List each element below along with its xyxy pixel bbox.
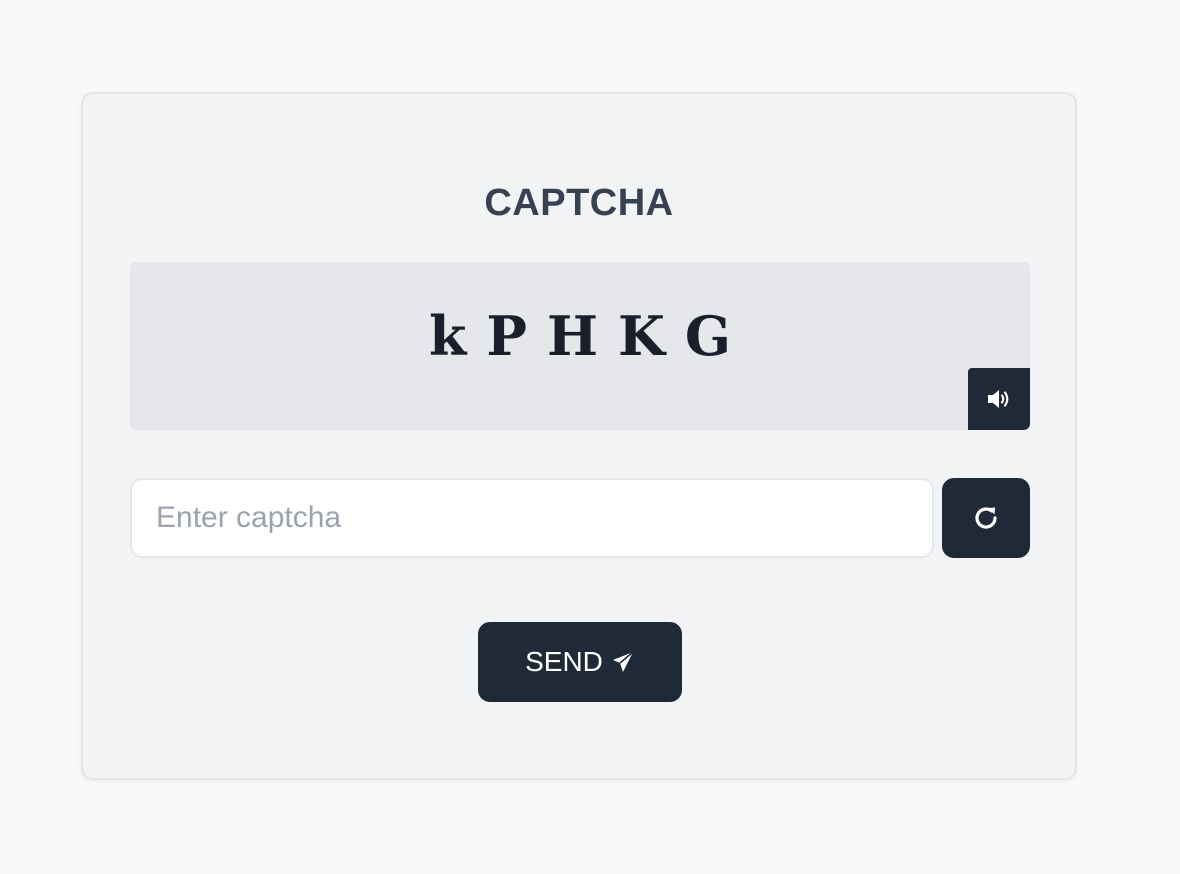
send-button-label: SEND xyxy=(525,646,603,677)
refresh-icon xyxy=(971,503,1001,533)
captcha-image: kPHKG xyxy=(130,262,1030,430)
send-button[interactable]: SEND xyxy=(478,622,682,702)
captcha-title: CAPTCHA xyxy=(484,182,674,224)
audio-captcha-button[interactable] xyxy=(968,368,1030,430)
captcha-code-text: kPHKG xyxy=(428,304,752,368)
captcha-input[interactable] xyxy=(130,478,934,558)
paper-plane-icon xyxy=(611,650,635,674)
refresh-captcha-button[interactable] xyxy=(942,478,1030,558)
speaker-volume-icon xyxy=(986,387,1012,411)
captcha-card: CAPTCHA kPHKG SEND xyxy=(81,92,1077,780)
